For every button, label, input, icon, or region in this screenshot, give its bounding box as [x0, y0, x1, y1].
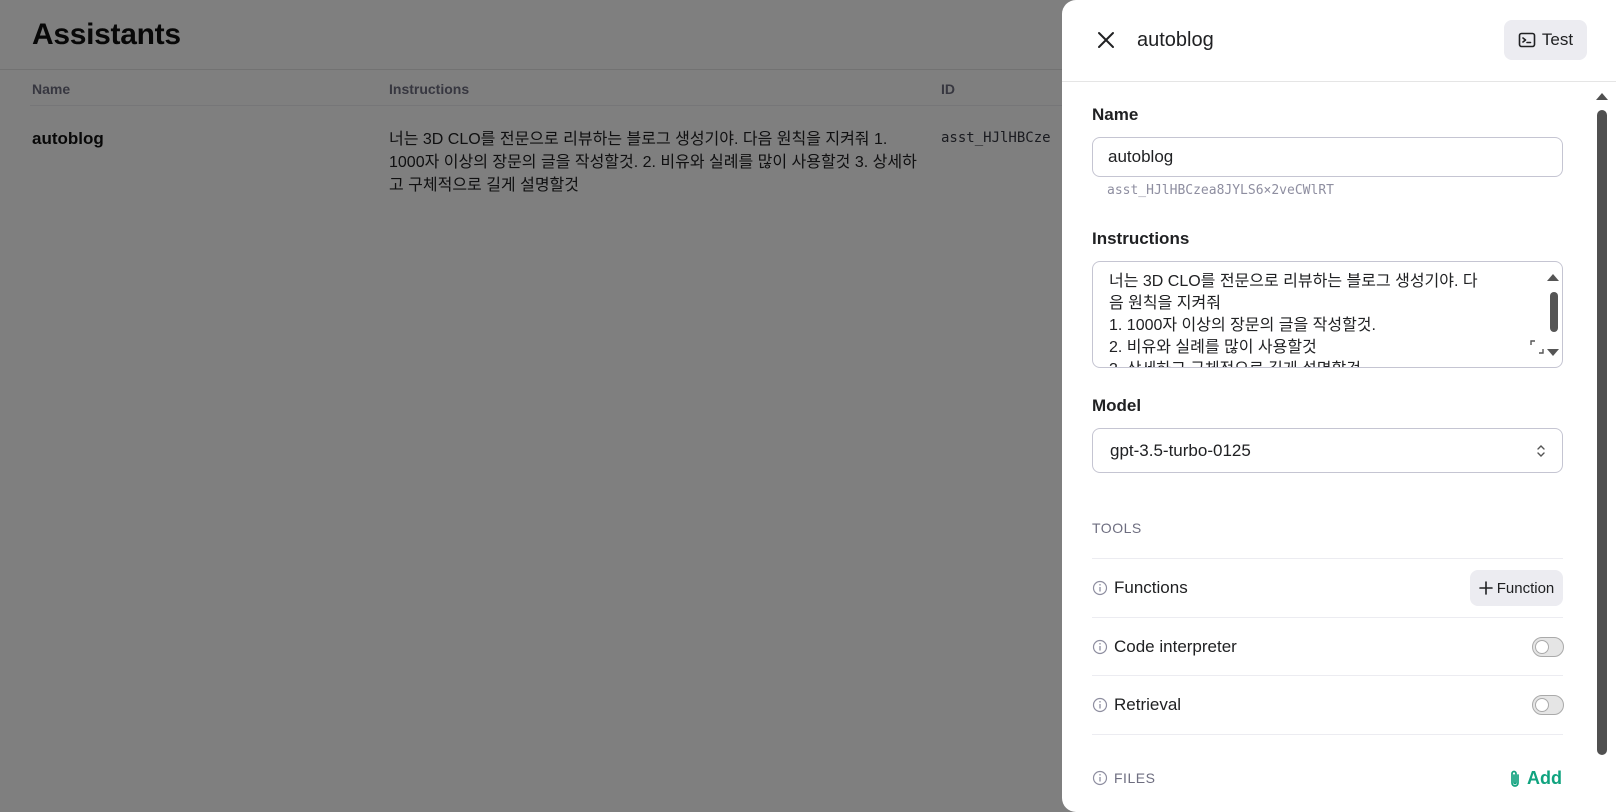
- instructions-textarea[interactable]: 너는 3D CLO를 전문으로 리뷰하는 블로그 생성기야. 다음 원칙을 지켜…: [1092, 261, 1563, 368]
- info-icon[interactable]: [1092, 697, 1108, 713]
- tool-name: Code interpreter: [1114, 637, 1237, 656]
- instructions-label: Instructions: [1092, 229, 1190, 248]
- toggle-knob: [1535, 698, 1549, 712]
- paperclip-icon: [1511, 770, 1519, 787]
- retrieval-toggle[interactable]: [1532, 695, 1564, 715]
- divider: [1092, 617, 1563, 618]
- instructions-line: 너는 3D CLO를 전문으로 리뷰하는 블로그 생성기야. 다: [1109, 273, 1478, 290]
- panel-scroll-up-arrow[interactable]: [1596, 93, 1608, 100]
- instructions-text: 너는 3D CLO를 전문으로 리뷰하는 블로그 생성기야. 다음 원칙을 지켜…: [1109, 271, 1524, 367]
- add-function-button[interactable]: Function: [1470, 570, 1563, 606]
- tool-row-code-interpreter: Code interpreter: [1092, 629, 1563, 665]
- tool-name: Retrieval: [1114, 695, 1182, 714]
- divider: [1092, 734, 1563, 735]
- add-file-button[interactable]: Add: [1507, 768, 1562, 789]
- divider: [1092, 558, 1563, 559]
- panel-scrollbar-thumb[interactable]: [1597, 110, 1607, 755]
- assistant-id: asst_HJlHBCzea8JYLS6×2veCWlRT: [1107, 183, 1334, 198]
- panel-header: autoblog Test: [1062, 0, 1616, 82]
- textarea-scroll-up-arrow[interactable]: [1547, 274, 1559, 281]
- code-interpreter-toggle[interactable]: [1532, 637, 1564, 657]
- tools-heading: TOOLS: [1092, 520, 1142, 536]
- instructions-line: 3. 상세하고 구체적으로 길게 설명할것: [1109, 359, 1524, 367]
- tool-row-retrieval: Retrieval: [1092, 687, 1563, 723]
- info-icon[interactable]: [1092, 770, 1108, 786]
- function-label: Function: [1496, 579, 1555, 597]
- instructions-line: 1. 1000자 이상의 장문의 글을 작성할것.: [1109, 317, 1376, 334]
- model-value: gpt-3.5-turbo-0125: [1110, 440, 1251, 460]
- chevron-updown-icon: [1537, 445, 1545, 457]
- name-input[interactable]: [1092, 137, 1563, 177]
- files-heading-row: FILES: [1092, 770, 1155, 786]
- test-button[interactable]: Test: [1504, 20, 1587, 60]
- name-label: Name: [1092, 105, 1139, 124]
- assistant-edit-panel: autoblog Test Name asst_HJlHBCzea8JYLS6×…: [1062, 0, 1616, 812]
- info-icon[interactable]: [1092, 639, 1108, 655]
- panel-title: autoblog: [1137, 29, 1214, 51]
- model-label: Model: [1092, 396, 1142, 415]
- terminal-icon: [1518, 32, 1536, 48]
- model-select[interactable]: gpt-3.5-turbo-0125: [1092, 428, 1563, 473]
- test-label: Test: [1541, 30, 1574, 49]
- expand-icon[interactable]: [1530, 340, 1544, 354]
- close-button[interactable]: [1092, 26, 1120, 54]
- add-label: Add: [1527, 768, 1562, 788]
- plus-icon: [1478, 581, 1493, 595]
- toggle-knob: [1535, 640, 1549, 654]
- textarea-scroll-down-arrow[interactable]: [1547, 349, 1559, 356]
- instructions-line: 음 원칙을 지켜줘: [1109, 295, 1221, 312]
- close-icon: [1098, 32, 1114, 48]
- textarea-scrollbar-thumb[interactable]: [1550, 292, 1558, 332]
- instructions-line: 2. 비유와 실례를 많이 사용할것: [1109, 339, 1317, 356]
- info-icon[interactable]: [1092, 580, 1108, 596]
- divider: [1092, 675, 1563, 676]
- tool-name: Functions: [1114, 578, 1188, 597]
- files-heading: FILES: [1114, 770, 1156, 786]
